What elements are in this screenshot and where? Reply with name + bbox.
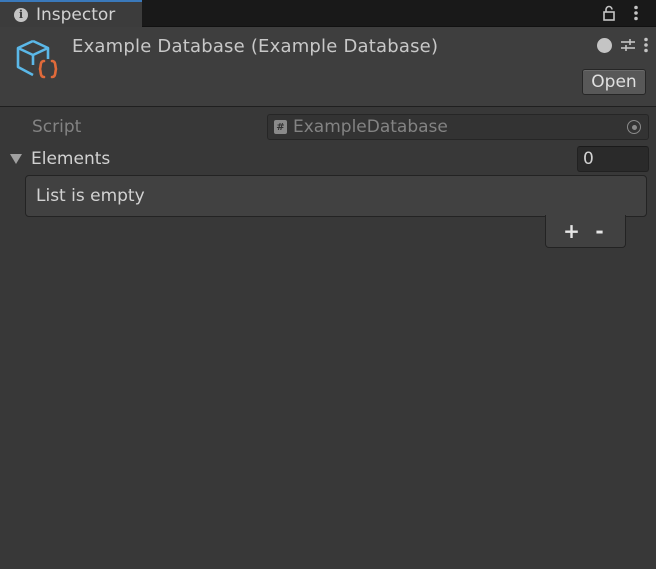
kebab-menu-icon[interactable]	[644, 37, 648, 53]
remove-element-button[interactable]: -	[586, 221, 614, 241]
kebab-menu-icon[interactable]	[628, 3, 644, 23]
foldout-arrow-icon[interactable]	[10, 154, 22, 164]
lock-icon[interactable]	[600, 3, 618, 23]
script-label: Script	[32, 117, 82, 137]
info-icon: i	[14, 7, 28, 22]
list-empty-text: List is empty	[36, 186, 145, 206]
add-element-button[interactable]: +	[558, 221, 586, 241]
list-size-input[interactable]: 0	[577, 146, 649, 172]
help-icon[interactable]: ?	[597, 37, 612, 53]
open-button[interactable]: Open	[582, 69, 646, 95]
elements-foldout[interactable]: Elements	[10, 147, 110, 171]
tab-label: Inspector	[36, 4, 116, 25]
preset-sliders-icon[interactable]	[620, 37, 636, 53]
list-footer: + -	[545, 215, 626, 248]
tab-strip: i Inspector	[0, 0, 656, 27]
elements-list: List is empty	[25, 175, 647, 217]
script-value: ExampleDatabase	[293, 117, 448, 137]
asset-header: Example Database (Example Database) ? Op…	[0, 27, 656, 107]
tab-inspector[interactable]: i Inspector	[0, 0, 142, 27]
scriptable-object-icon	[14, 37, 62, 85]
header-toolbar: ?	[589, 37, 648, 53]
inspector-window: i Inspector Example Database (Example Da…	[0, 0, 656, 569]
elements-label: Elements	[31, 149, 111, 169]
object-picker-icon[interactable]	[627, 120, 641, 134]
asset-title: Example Database (Example Database)	[72, 36, 439, 57]
csharp-script-icon: #	[274, 120, 287, 134]
script-field[interactable]: # ExampleDatabase	[267, 114, 649, 140]
